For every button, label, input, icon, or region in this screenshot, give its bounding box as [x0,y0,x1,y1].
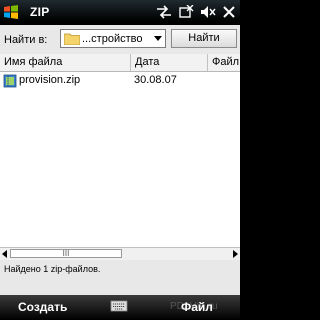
status-icons [156,4,236,20]
volume-muted-icon[interactable] [200,5,216,19]
folder-icon [64,33,80,45]
window-title: ZIP [30,5,50,19]
search-location-label: Найти в: [4,34,48,46]
connectivity-icon[interactable] [156,5,172,19]
file-name: provision.zip [19,74,81,86]
location-dropdown[interactable]: ...стройство [60,29,166,48]
softkey-create[interactable]: Создать [18,300,67,314]
file-row[interactable]: provision.zip 30.08.07 [0,73,240,90]
zip-file-icon [3,74,17,88]
find-button[interactable]: Найти [171,29,237,48]
main-content: Найти в: ...стройство Найти Имя файла Да… [0,25,240,295]
location-value: ...стройство [82,33,143,45]
scroll-right-arrow-icon[interactable] [233,250,238,258]
chevron-down-icon [154,36,162,41]
column-header-file[interactable]: Файл [208,54,240,71]
softkey-bar: Создать PDAVIK.ru Файл [0,295,240,320]
status-bar: Найдено 1 zip-файлов. [0,260,240,295]
close-icon[interactable] [222,5,236,19]
search-row: Найти в: ...стройство Найти [0,25,240,55]
no-signal-icon[interactable] [178,5,194,19]
title-bar: ZIP [0,0,240,25]
column-header-date[interactable]: Дата [131,54,208,71]
softkey-file[interactable]: Файл [181,300,213,314]
column-header-name[interactable]: Имя файла [0,54,131,71]
windows-logo-icon[interactable] [3,4,19,20]
scroll-left-arrow-icon[interactable] [2,250,7,258]
list-header: Имя файла Дата Файл [0,54,240,72]
horizontal-scrollbar[interactable]: III [0,247,240,261]
file-date: 30.08.07 [134,74,177,86]
scrollbar-thumb[interactable]: III [10,249,122,258]
keyboard-icon[interactable] [110,299,128,313]
status-text: Найдено 1 zip-файлов. [4,264,101,274]
